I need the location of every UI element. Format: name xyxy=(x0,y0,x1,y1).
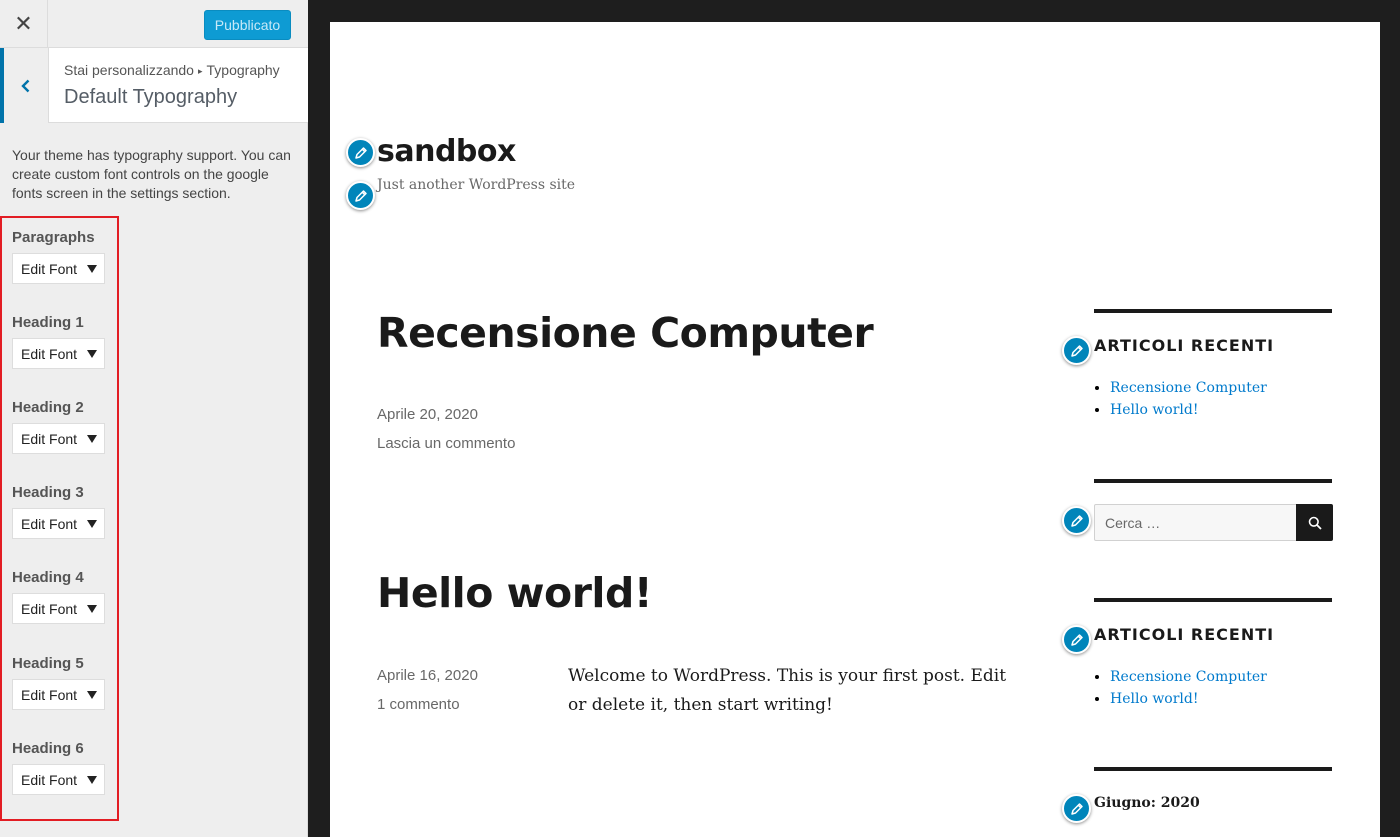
breadcrumb: Stai personalizzando ▸ Typography xyxy=(64,62,280,78)
recent-post-link[interactable]: Recensione Computer xyxy=(1110,380,1267,396)
edit-site-title-shortcut[interactable] xyxy=(346,138,375,167)
widget-title: ARTICOLI RECENTI xyxy=(1094,625,1275,644)
edit-tagline-shortcut[interactable] xyxy=(346,181,375,210)
list-item: Hello world! xyxy=(1110,399,1267,421)
list-item: Recensione Computer xyxy=(1110,377,1267,399)
edit-font-label: Edit Font xyxy=(21,771,78,788)
caret-down-icon xyxy=(87,691,97,699)
control-label: Heading 4 xyxy=(12,569,84,586)
recent-posts-list: Recensione Computer Hello world! xyxy=(1110,666,1267,710)
control-label: Heading 2 xyxy=(12,399,84,416)
list-item: Hello world! xyxy=(1110,688,1267,710)
caret-down-icon xyxy=(87,520,97,528)
edit-font-select[interactable]: Edit Font xyxy=(12,338,105,369)
control-heading-1: Heading 1 Edit Font xyxy=(12,314,105,369)
close-customizer-button[interactable]: ✕ xyxy=(0,0,48,48)
widget-divider xyxy=(1094,598,1332,602)
edit-font-label: Edit Font xyxy=(21,515,78,532)
control-heading-6: Heading 6 Edit Font xyxy=(12,740,105,795)
edit-widget-shortcut[interactable] xyxy=(1062,794,1091,823)
edit-widget-shortcut[interactable] xyxy=(1062,336,1091,365)
edit-font-select[interactable]: Edit Font xyxy=(12,679,105,710)
widget-divider xyxy=(1094,767,1332,771)
pencil-icon xyxy=(354,146,367,159)
search-button[interactable] xyxy=(1296,504,1333,541)
site-title[interactable]: sandbox xyxy=(377,134,516,169)
pencil-icon xyxy=(354,189,367,202)
edit-font-select[interactable]: Edit Font xyxy=(12,764,105,795)
post-title[interactable]: Hello world! xyxy=(377,569,653,617)
widget-divider xyxy=(1094,479,1332,483)
pencil-icon xyxy=(1070,802,1083,815)
section-title: Default Typography xyxy=(64,86,238,108)
search-icon xyxy=(1308,516,1322,530)
post-content: Welcome to WordPress. This is your first… xyxy=(568,666,1007,715)
edit-font-label: Edit Font xyxy=(21,260,78,277)
section-header: Stai personalizzando ▸ Typography Default … xyxy=(0,48,308,123)
site-description: Just another WordPress site xyxy=(377,177,576,193)
control-heading-3: Heading 3 Edit Font xyxy=(12,484,105,539)
edit-font-select[interactable]: Edit Font xyxy=(12,593,105,624)
breadcrumb-separator: ▸ xyxy=(197,66,203,76)
chevron-left-icon xyxy=(21,79,30,92)
control-paragraphs: Paragraphs Edit Font xyxy=(12,229,105,284)
control-label: Heading 3 xyxy=(12,484,84,501)
publish-button[interactable]: Pubblicato xyxy=(204,10,291,40)
control-label: Paragraphs xyxy=(12,229,95,246)
edit-font-select[interactable]: Edit Font xyxy=(12,253,105,284)
edit-widget-shortcut[interactable] xyxy=(1062,506,1091,535)
pencil-icon xyxy=(1070,344,1083,357)
edit-font-label: Edit Font xyxy=(21,345,78,362)
post-comments-link[interactable]: Lascia un commento xyxy=(377,435,515,452)
edit-font-label: Edit Font xyxy=(21,430,78,447)
customizer-sidebar: ✕ Pubblicato Stai personalizzando ▸ Typogr… xyxy=(0,0,308,837)
post-title[interactable]: Recensione Computer xyxy=(377,309,874,357)
post-date[interactable]: Aprile 16, 2020 xyxy=(377,667,478,684)
caret-down-icon xyxy=(87,776,97,784)
control-label: Heading 1 xyxy=(12,314,84,331)
caret-down-icon xyxy=(87,350,97,358)
control-label: Heading 6 xyxy=(12,740,84,757)
customizer-header: ✕ Pubblicato xyxy=(0,0,308,48)
recent-post-link[interactable]: Recensione Computer xyxy=(1110,669,1267,685)
caret-down-icon xyxy=(87,605,97,613)
widget-title: ARTICOLI RECENTI xyxy=(1094,336,1275,355)
edit-font-select[interactable]: Edit Font xyxy=(12,508,105,539)
pencil-icon xyxy=(1070,514,1083,527)
caret-down-icon xyxy=(87,435,97,443)
archive-widget-title: Giugno: 2020 xyxy=(1094,795,1200,811)
recent-post-link[interactable]: Hello world! xyxy=(1110,402,1199,418)
edit-font-label: Edit Font xyxy=(21,600,78,617)
pencil-icon xyxy=(1070,633,1083,646)
post-date[interactable]: Aprile 20, 2020 xyxy=(377,406,478,423)
control-heading-2: Heading 2 Edit Font xyxy=(12,399,105,454)
control-heading-5: Heading 5 Edit Font xyxy=(12,655,105,710)
edit-widget-shortcut[interactable] xyxy=(1062,625,1091,654)
section-description: Your theme has typography support. You c… xyxy=(12,147,291,201)
edit-font-label: Edit Font xyxy=(21,686,78,703)
recent-posts-list: Recensione Computer Hello world! xyxy=(1110,377,1267,421)
breadcrumb-prefix: Stai personalizzando xyxy=(64,62,194,78)
edit-font-select[interactable]: Edit Font xyxy=(12,423,105,454)
control-label: Heading 5 xyxy=(12,655,84,672)
close-icon: ✕ xyxy=(14,11,33,36)
caret-down-icon xyxy=(87,265,97,273)
search-input[interactable]: Cerca … xyxy=(1094,504,1297,541)
post-comments-link[interactable]: 1 commento xyxy=(377,696,460,713)
widget-divider xyxy=(1094,309,1332,313)
site-preview: sandbox Just another WordPress site Rece… xyxy=(330,22,1380,837)
back-button[interactable] xyxy=(0,48,49,123)
breadcrumb-panel: Typography xyxy=(206,62,280,78)
control-heading-4: Heading 4 Edit Font xyxy=(12,569,105,624)
list-item: Recensione Computer xyxy=(1110,666,1267,688)
recent-post-link[interactable]: Hello world! xyxy=(1110,691,1199,707)
